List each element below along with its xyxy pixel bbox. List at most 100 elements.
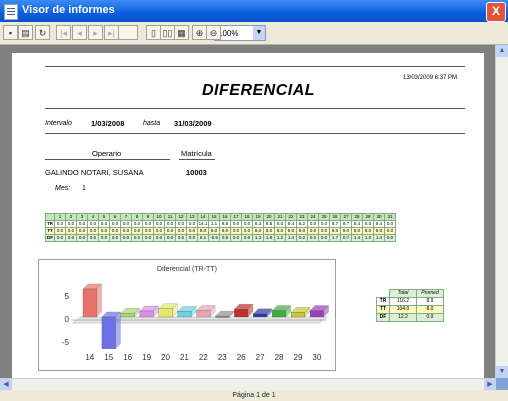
day-cell: 0.0 xyxy=(318,227,330,235)
chart-title: Diferencial (TR-TT) xyxy=(157,266,217,273)
scroll-down-icon[interactable]: ▼ xyxy=(496,366,508,378)
day-cell: 0.0 xyxy=(186,234,198,242)
day-cell: 0.0 xyxy=(307,227,319,235)
last-page-icon[interactable]: ▸| xyxy=(104,25,119,40)
close-button[interactable]: X xyxy=(486,2,506,22)
day-cell: 8.0 xyxy=(329,227,341,235)
toolbar: ▪ ▤ ↻ |◂ ◂ ▸ ▸| ▯ ▯▯ ▦ ⊕ 100% ▼ xyxy=(0,22,508,45)
matricula-header: Matrícula xyxy=(181,149,212,158)
totals-table: Total Promed TR 116.2 8.9 TT 104.0 8.0 DF 12.2 0.9 xyxy=(376,289,444,322)
two-pages-icon[interactable]: ▯▯ xyxy=(160,25,175,40)
day-cell: -6.9 xyxy=(208,234,220,242)
report-viewer-icon xyxy=(4,4,18,20)
day-cell: 0.0 xyxy=(318,234,330,242)
vertical-scrollbar[interactable]: ▲ ▼ xyxy=(495,45,508,378)
next-page-icon[interactable]: ▸ xyxy=(88,25,103,40)
day-cell: 8.4 xyxy=(285,220,297,228)
bar-chart: Diferencial (TR-TT) 5 0 -5 14 15 16 19 20 21 22 23 2… xyxy=(62,266,330,362)
day-header: 8 xyxy=(131,213,143,221)
day-cell: 0.0 xyxy=(153,220,165,228)
day-cell: 0.0 xyxy=(142,234,154,242)
day-cell: 8.0 xyxy=(274,220,286,228)
day-cell: 0.7 xyxy=(340,234,352,242)
matricula-value: 10003 xyxy=(186,168,207,177)
day-cell: 0.0 xyxy=(153,227,165,235)
y-tick-label: 5 xyxy=(65,292,70,301)
day-cell: 0.0 xyxy=(120,227,132,235)
day-header: 30 xyxy=(373,213,385,221)
day-header: 3 xyxy=(76,213,88,221)
report-timestamp: 13/03/2009 6:37 PM xyxy=(403,75,458,81)
day-header: 31 xyxy=(384,213,396,221)
day-cell: 0.0 xyxy=(230,234,242,242)
day-cell: 0.0 xyxy=(87,234,99,242)
title-rule xyxy=(45,108,465,109)
day-cell: 0.0 xyxy=(318,220,330,228)
x-tick-label: 22 xyxy=(199,353,208,362)
x-tick-label: 16 xyxy=(123,353,132,362)
totals-total: 116.2 xyxy=(389,297,417,306)
day-header: 28 xyxy=(351,213,363,221)
bar xyxy=(291,312,305,318)
bar xyxy=(177,311,192,318)
day-header: 14 xyxy=(197,213,209,221)
totals-row: DF 12.2 0.9 xyxy=(376,313,444,322)
day-header: 26 xyxy=(329,213,341,221)
bar xyxy=(158,308,173,318)
day-cell: 0.0 xyxy=(175,220,187,228)
zoom-out-icon[interactable]: ⊖ xyxy=(206,25,221,40)
multi-page-icon[interactable]: ▦ xyxy=(174,25,189,40)
chevron-down-icon[interactable]: ▼ xyxy=(253,26,265,40)
print-icon[interactable]: ▤ xyxy=(18,25,33,40)
x-tick-label: 21 xyxy=(180,353,189,362)
day-cell: 0.0 xyxy=(98,227,110,235)
row-label: TR xyxy=(45,220,55,228)
day-header: 6 xyxy=(109,213,121,221)
day-cell: 0.0 xyxy=(120,234,132,242)
report-title: DIFERENCIAL xyxy=(202,82,316,99)
day-cell: 1.8 xyxy=(263,234,275,242)
single-page-icon[interactable]: ▯ xyxy=(146,25,161,40)
totals-total: 12.2 xyxy=(389,313,417,322)
totals-row: TR 116.2 8.9 xyxy=(376,297,444,306)
bar xyxy=(253,313,268,318)
refresh-icon[interactable]: ↻ xyxy=(35,25,50,40)
zoom-select[interactable]: 100% ▼ xyxy=(214,25,266,41)
day-header: 5 xyxy=(98,213,110,221)
day-header: 21 xyxy=(274,213,286,221)
day-header: 17 xyxy=(230,213,242,221)
totals-prom: 8.0 xyxy=(416,305,444,314)
matricula-underline xyxy=(179,159,215,160)
day-header: 25 xyxy=(318,213,330,221)
previous-page-icon[interactable]: ◂ xyxy=(72,25,87,40)
day-cell: 0.0 xyxy=(175,227,187,235)
day-cell: 0.0 xyxy=(54,234,66,242)
totals-prom: 0.9 xyxy=(416,313,444,322)
day-cell: 0.0 xyxy=(164,234,176,242)
day-cell: 8.0 xyxy=(351,227,363,235)
day-cell: 0.0 xyxy=(65,227,77,235)
day-cell: 0.0 xyxy=(186,227,198,235)
day-cell: 8.7 xyxy=(340,220,352,228)
scroll-up-icon[interactable]: ▲ xyxy=(496,45,508,57)
day-cell: 0.0 xyxy=(142,220,154,228)
day-cell: 0.0 xyxy=(76,220,88,228)
day-cell: 8.2 xyxy=(296,220,308,228)
day-cell: 0.0 xyxy=(230,220,242,228)
x-tick-label: 28 xyxy=(275,353,284,362)
day-cell: 8.0 xyxy=(263,227,275,235)
first-page-icon[interactable]: |◂ xyxy=(56,25,71,40)
window-titlebar: Visor de informes X xyxy=(0,0,508,22)
zoom-in-icon[interactable]: ⊕ xyxy=(192,25,207,40)
x-tick-label: 26 xyxy=(237,353,246,362)
day-cell: 0.0 xyxy=(131,220,143,228)
page-status: Página 1 de 1 xyxy=(232,392,276,399)
day-header: 7 xyxy=(120,213,132,221)
daily-table: 1 2 3 4 5 6 7 8 9 10 11 12 13 14 15 16 17 18 19 20 21 22 23 24 2… xyxy=(45,213,396,242)
day-cell: 0.0 xyxy=(384,234,396,242)
save-icon[interactable]: ▪ xyxy=(3,25,18,40)
window-title: Visor de informes xyxy=(22,4,115,16)
page-number-field[interactable] xyxy=(118,25,138,40)
zoom-value: 100% xyxy=(218,29,239,38)
day-header: 24 xyxy=(307,213,319,221)
